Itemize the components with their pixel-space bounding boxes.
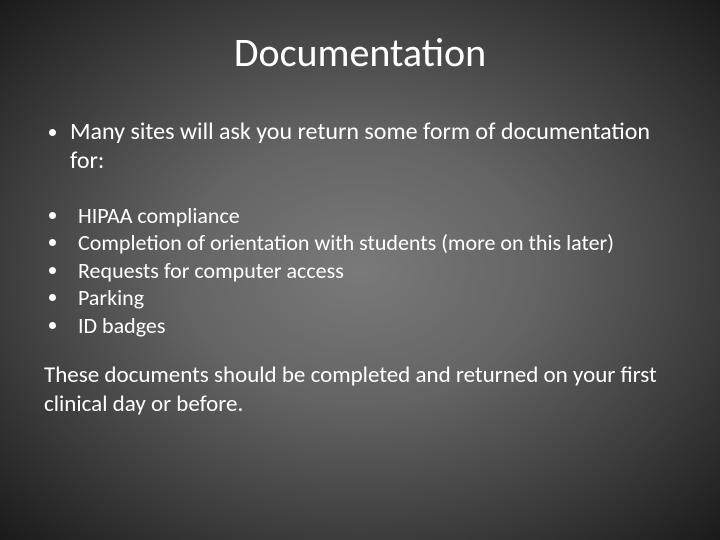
documentation-list: HIPAA compliance Completion of orientati… <box>44 202 684 340</box>
list-item: Parking <box>70 284 684 312</box>
intro-list: Many sites will ask you return some form… <box>44 118 684 176</box>
list-item: ID badges <box>70 312 684 340</box>
intro-item: Many sites will ask you return some form… <box>70 118 684 176</box>
list-item: Completion of orientation with students … <box>70 229 684 257</box>
slide: Documentation Many sites will ask you re… <box>0 0 720 540</box>
slide-title: Documentation <box>0 28 720 77</box>
closing-text: These documents should be completed and … <box>44 361 684 419</box>
list-item: Requests for computer access <box>70 257 684 285</box>
slide-body: Many sites will ask you return some form… <box>44 118 684 419</box>
list-item: HIPAA compliance <box>70 202 684 230</box>
